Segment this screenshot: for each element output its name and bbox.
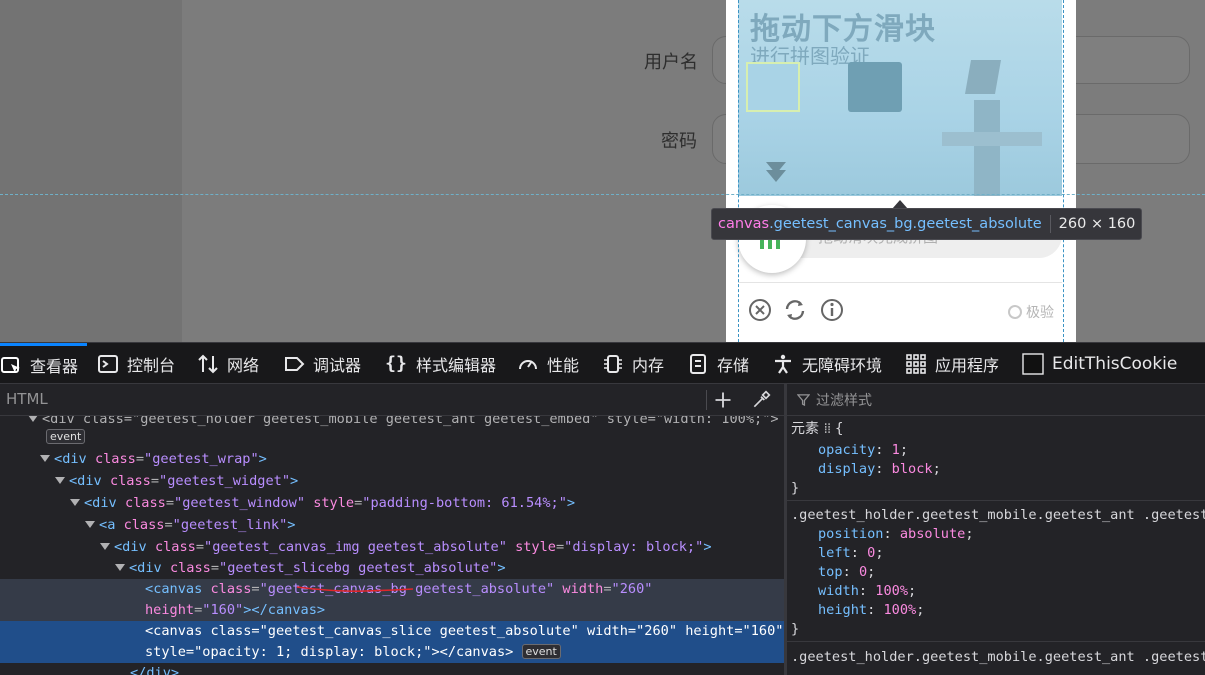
style-editor-icon: {} — [385, 353, 407, 374]
rule-prop-display[interactable]: display: block; — [787, 460, 1205, 479]
rule-prop-height[interactable]: height: 100%; — [787, 601, 1205, 620]
rule-prop-left[interactable]: left: 0; — [787, 544, 1205, 563]
tab-console[interactable]: 控制台 — [97, 343, 175, 384]
markup-line-event: event — [0, 426, 784, 448]
performance-icon — [517, 353, 539, 375]
inspector-icon — [0, 354, 22, 376]
eyedropper-button[interactable] — [749, 388, 773, 412]
tooltip-size: 260 × 160 — [1058, 216, 1136, 232]
memory-icon — [602, 353, 624, 375]
password-label: 密码 — [661, 131, 697, 152]
tower-graphic — [934, 60, 1054, 196]
filter-styles-input[interactable]: 过滤样式 — [787, 384, 1205, 416]
add-node-button[interactable] — [711, 388, 735, 412]
geetest-logo-icon — [1008, 305, 1022, 319]
tooltip-tag: canvas — [718, 216, 770, 232]
captcha-widget: 拖动下方滑块 进行拼图验证 拖动滑块完成拼图 极验 — [726, 0, 1076, 342]
markup-line-link[interactable]: <a class="geetest_link"> — [0, 514, 784, 536]
devtools-panel: 查看器 控制台 网络 调试器 {} 样式编辑器 性能 内存 存储 无障碍环境 应… — [0, 342, 1205, 675]
tab-storage[interactable]: 存储 — [687, 343, 749, 384]
rule-close-2: } — [791, 621, 800, 637]
tab-style-editor[interactable]: {} 样式编辑器 — [384, 343, 496, 384]
geetest-brand[interactable]: 极验 — [1008, 302, 1054, 322]
tab-application[interactable]: 应用程序 — [905, 343, 999, 384]
debugger-icon — [283, 353, 305, 375]
markup-line-canvas-img[interactable]: <div class="geetest_canvas_img geetest_a… — [0, 536, 784, 558]
tab-network[interactable]: 网络 — [197, 343, 259, 384]
markup-line-close-div[interactable]: </div> — [0, 662, 784, 675]
rule-prop-width[interactable]: width: 100%; — [787, 582, 1205, 601]
close-icon[interactable] — [746, 296, 774, 324]
tab-debugger[interactable]: 调试器 — [283, 343, 361, 384]
plus-icon — [715, 392, 731, 408]
captcha-divider — [738, 282, 1062, 283]
rule-selector-3[interactable]: .geetest_holder.geetest_mobile.geetest_a… — [787, 648, 1205, 667]
accessibility-icon — [772, 353, 794, 375]
tab-editthiscookie[interactable]: EditThisCookie — [1022, 343, 1177, 384]
tooltip-classes: .geetest_canvas_bg.geetest_absolute — [769, 216, 1042, 232]
eyedropper-icon — [753, 390, 771, 408]
application-icon — [905, 353, 927, 375]
rule-element-header: 元素 ⁞⁞ { — [791, 421, 844, 437]
cookie-icon — [1022, 352, 1044, 375]
page-viewport: 用户名 密码 拖动下方滑块 进行拼图验证 拖动滑块完成拼图 极验 — [0, 0, 1205, 342]
username-label: 用户名 — [644, 52, 698, 73]
info-icon[interactable] — [818, 296, 846, 324]
tab-performance[interactable]: 性能 — [517, 343, 579, 384]
markup-view: <div class="geetest_holder geetest_mobil… — [0, 416, 784, 675]
markup-line-widget[interactable]: <div class="geetest_widget"> — [0, 470, 784, 492]
rule-selector-2[interactable]: .geetest_holder.geetest_mobile.geetest_a… — [787, 506, 1205, 525]
arrow-down-icon-2 — [766, 170, 786, 182]
html-search-input[interactable]: HTML — [0, 390, 48, 408]
event-badge[interactable]: event — [46, 429, 86, 444]
tab-memory[interactable]: 内存 — [602, 343, 664, 384]
markup-line-canvas-slice[interactable]: <canvas class="geetest_canvas_slice geet… — [0, 621, 784, 663]
markup-toolbar: HTML — [0, 384, 784, 416]
puzzle-slot — [848, 62, 902, 112]
console-icon — [97, 353, 119, 375]
network-icon — [197, 353, 219, 375]
rule-prop-top[interactable]: top: 0; — [787, 563, 1205, 582]
red-underline-annotation — [296, 586, 414, 592]
tab-accessibility[interactable]: 无障碍环境 — [772, 343, 882, 384]
guide-line-right — [1063, 0, 1064, 342]
storage-icon — [687, 353, 709, 375]
rule-close-1: } — [791, 480, 800, 496]
refresh-icon[interactable] — [781, 296, 809, 324]
markup-line-window[interactable]: <div class="geetest_window" style="paddi… — [0, 492, 784, 514]
page-sidebar — [0, 0, 182, 342]
markup-line-slicebg[interactable]: <div class="geetest_slicebg geetest_abso… — [0, 557, 784, 579]
guide-line-left — [738, 0, 739, 342]
element-highlight-tooltip: canvas .geetest_canvas_bg.geetest_absolut… — [711, 208, 1143, 240]
devtools-tabbar: 查看器 控制台 网络 调试器 {} 样式编辑器 性能 内存 存储 无障碍环境 应… — [0, 342, 1205, 384]
rule-prop-position[interactable]: position: absolute; — [787, 525, 1205, 544]
filter-icon — [797, 394, 810, 406]
rule-prop-opacity[interactable]: opacity: 1; — [787, 441, 1205, 460]
captcha-canvas-image: 拖动下方滑块 进行拼图验证 — [738, 0, 1062, 196]
grid-icon: ⁞⁞ — [823, 421, 831, 437]
puzzle-piece — [746, 62, 800, 112]
tab-inspector[interactable]: 查看器 — [0, 343, 87, 384]
rules-view: 过滤样式 元素 ⁞⁞ { opacity: 1; display: block;… — [787, 384, 1205, 675]
markup-line-wrap[interactable]: <div class="geetest_wrap"> — [0, 448, 784, 470]
guide-line-horizontal — [0, 194, 1205, 195]
event-badge-selected[interactable]: event — [521, 644, 561, 659]
